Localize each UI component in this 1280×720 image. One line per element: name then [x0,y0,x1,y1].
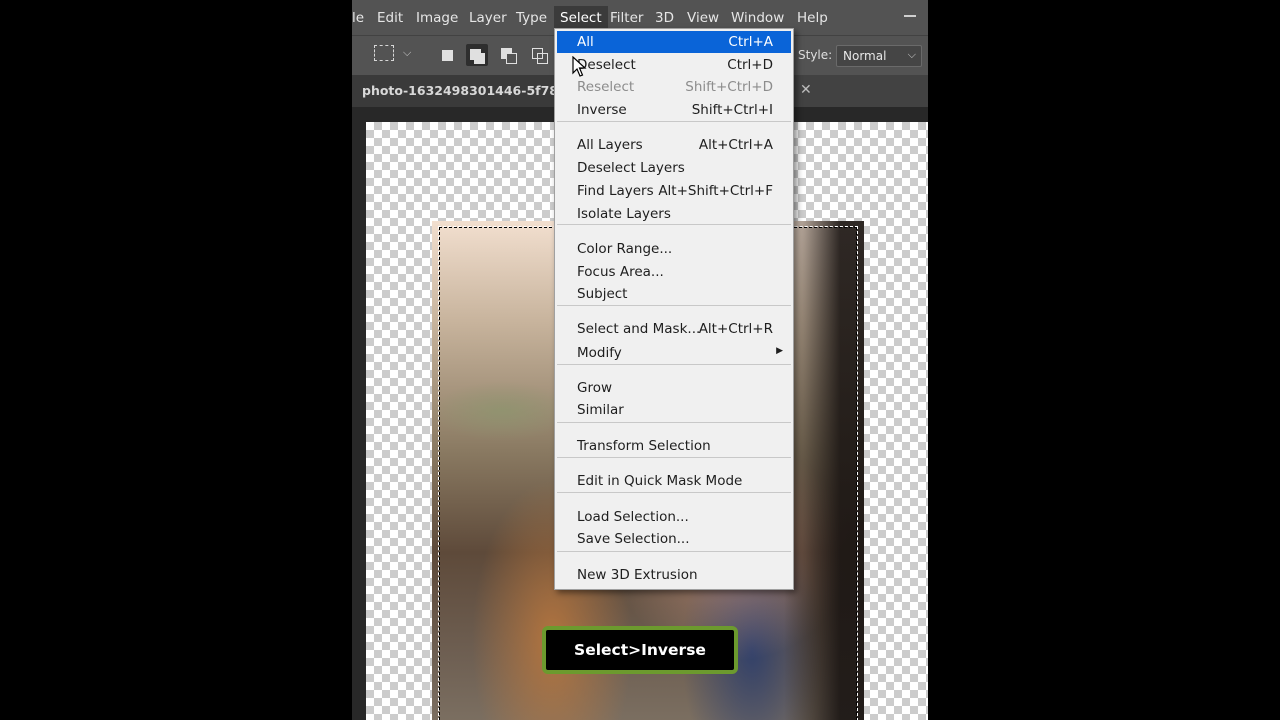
menu-item-save-selection[interactable]: Save Selection... [557,528,791,550]
menu-item-label: Reselect [577,79,635,95]
style-label: Style: [798,48,833,62]
menu-item-shortcut: Shift+Ctrl+I [691,102,773,118]
chevron-down-icon[interactable]: ⌵ [403,46,411,60]
menu-item-label: Similar [577,402,624,418]
menu-view[interactable]: View [687,9,719,27]
menu-item-shortcut: Alt+Ctrl+A [698,137,773,153]
menu-item-shortcut: Ctrl+D [727,57,773,73]
menu-item-label: Save Selection... [577,531,690,547]
menu-separator [557,121,791,122]
menu-item-inverse[interactable]: Inverse Shift+Ctrl+I [557,99,791,121]
menu-item-label: Subject [577,286,628,302]
menu-item-label: Modify [577,345,622,361]
menu-item-load-selection[interactable]: Load Selection... [557,506,791,528]
menu-select[interactable]: Select [554,6,608,30]
new-selection-icon[interactable] [437,44,459,66]
menu-item-label: Inverse [577,102,627,118]
menu-item-all[interactable]: All Ctrl+A [557,31,791,53]
menu-item-shortcut: Shift+Ctrl+D [685,79,773,95]
menu-separator [557,422,791,423]
menu-item-label: Isolate Layers [577,206,671,222]
menu-separator [557,364,791,365]
rectangular-marquee-icon[interactable] [374,45,394,61]
subtract-from-selection-icon[interactable] [497,44,519,66]
menu-type[interactable]: Type [516,9,547,27]
menu-item-label: New 3D Extrusion [577,567,698,583]
menu-item-all-layers[interactable]: All Layers Alt+Ctrl+A [557,134,791,156]
menu-item-deselect-layers[interactable]: Deselect Layers [557,157,791,179]
menu-layer[interactable]: Layer [469,9,507,27]
menu-item-deselect[interactable]: Deselect Ctrl+D [557,54,791,76]
menu-item-find-layers[interactable]: Find Layers Alt+Shift+Ctrl+F [557,180,791,202]
menu-3d[interactable]: 3D [655,9,674,27]
menu-window[interactable]: Window [731,9,784,27]
document-tab[interactable]: photo-1632498301446-5f78baa [352,75,556,107]
menu-separator [557,305,791,306]
menu-item-shortcut: Ctrl+A [728,34,773,50]
menu-file[interactable]: le [352,9,364,27]
submenu-arrow-icon: ▶ [776,346,783,356]
intersect-selection-icon[interactable] [528,44,550,66]
menu-item-label: Grow [577,380,613,396]
caption-label: Select>Inverse [542,626,738,674]
menu-separator [557,492,791,493]
menu-item-label: Deselect Layers [577,160,685,176]
minimize-icon[interactable] [904,15,916,17]
menu-item-modify[interactable]: Modify ▶ [557,342,791,364]
menu-edit[interactable]: Edit [377,9,403,27]
menu-separator [557,457,791,458]
menu-item-subject[interactable]: Subject [557,283,791,305]
menu-item-label: Select and Mask... [577,321,701,337]
menu-item-label: Edit in Quick Mask Mode [577,473,743,489]
add-to-selection-icon[interactable] [466,44,488,66]
menu-separator [557,551,791,552]
menu-item-isolate-layers[interactable]: Isolate Layers [557,203,791,225]
menu-item-quick-mask-mode[interactable]: Edit in Quick Mask Mode [557,470,791,492]
menu-item-label: Color Range... [577,241,673,257]
menu-item-shortcut: Alt+Shift+Ctrl+F [658,183,773,199]
menu-item-shortcut: Alt+Ctrl+R [698,321,773,337]
style-select[interactable]: Normal ⌵ [836,45,922,67]
chevron-down-icon: ⌵ [907,48,916,61]
menu-item-label: All [577,34,594,50]
menu-separator [557,224,791,225]
menu-filter[interactable]: Filter [610,9,643,27]
menu-item-new-3d-extrusion[interactable]: New 3D Extrusion [557,564,791,586]
menu-item-color-range[interactable]: Color Range... [557,238,791,260]
menu-item-similar[interactable]: Similar [557,399,791,421]
menu-image[interactable]: Image [416,9,458,27]
menu-item-label: Load Selection... [577,509,689,525]
mouse-cursor-icon [572,56,587,77]
menu-help[interactable]: Help [797,9,828,27]
style-value: Normal [843,49,887,63]
select-menu-dropdown: All Ctrl+A Deselect Ctrl+D Reselect Shift+Ctr… [554,28,794,590]
menu-item-label: Transform Selection [577,438,711,454]
menu-item-transform-selection[interactable]: Transform Selection [557,435,791,457]
menu-item-grow[interactable]: Grow [557,377,791,399]
menu-item-label: All Layers [577,137,643,153]
menu-item-label: Focus Area... [577,264,664,280]
menu-item-reselect: Reselect Shift+Ctrl+D [557,76,791,98]
close-icon[interactable]: ✕ [800,82,812,98]
menu-item-focus-area[interactable]: Focus Area... [557,261,791,283]
menu-item-select-and-mask[interactable]: Select and Mask... Alt+Ctrl+R [557,318,791,340]
menu-item-label: Find Layers [577,183,654,199]
